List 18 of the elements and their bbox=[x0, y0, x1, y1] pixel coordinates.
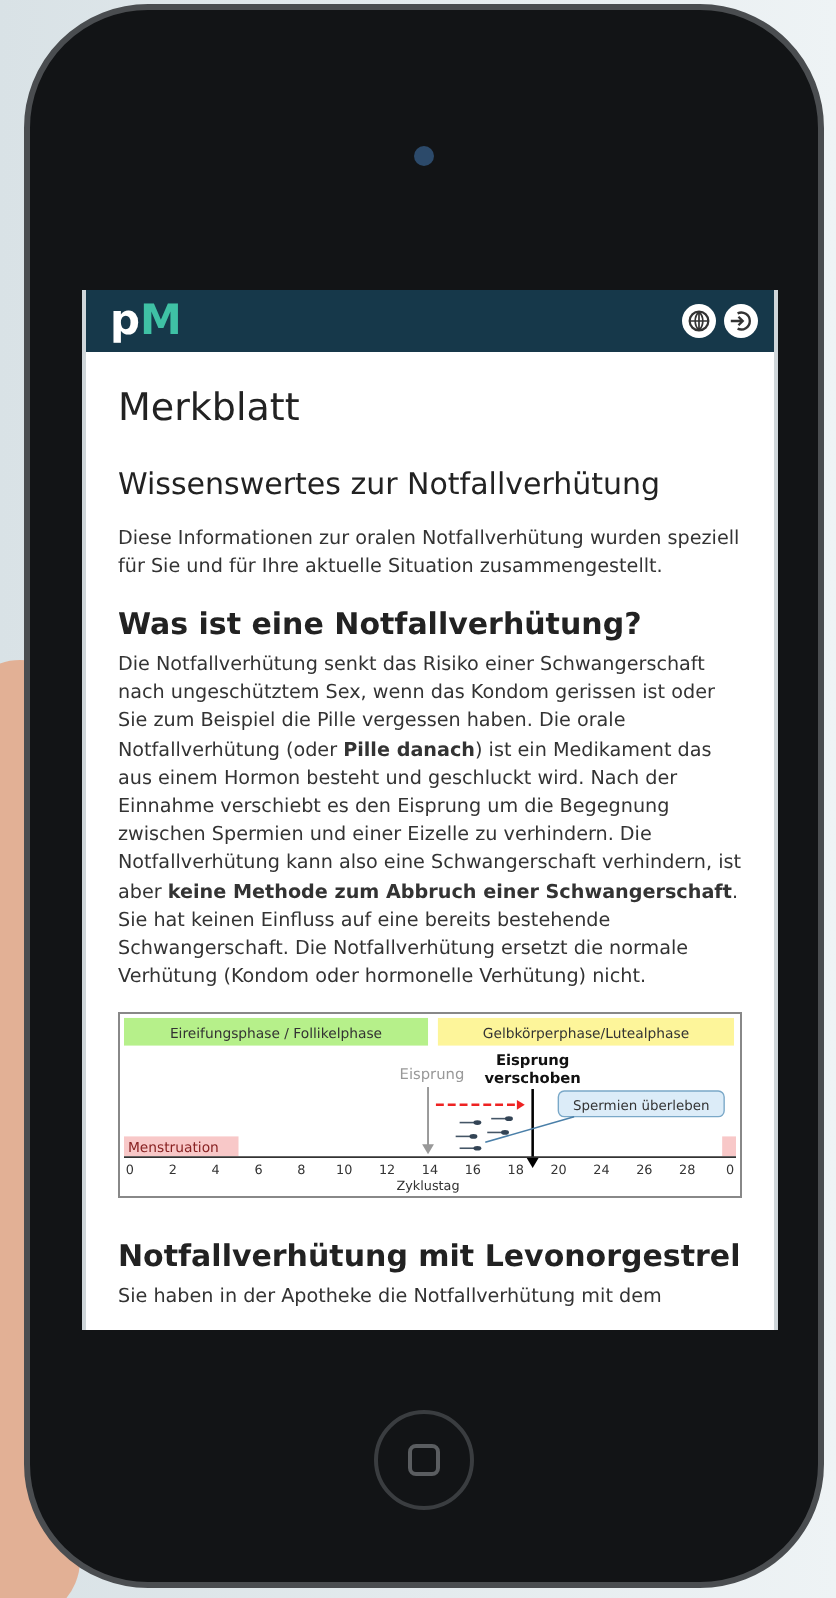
globe-icon[interactable] bbox=[682, 304, 716, 338]
page-title: Merkblatt bbox=[118, 384, 302, 434]
login-icon[interactable] bbox=[724, 304, 758, 338]
paragraph: Die Notfallverhütung senkt das Risiko einer Schwangerschaft nach ungeschütztem Sex, wenn das Kondom gerissen ist oder Sie zum Beispiel die Pille vergessen haben. Die orale Notfallverhütung (oder Pille danach) ist ein Medikament das aus einem Hormon besteht und geschluckt wird. Nach der Einnahme verschiebt es den Eisprung um die Begegnung zwischen Spermien und einer Eizelle zu verhindern. Die Notfallverhütung kann also eine Schwangerschaft verhindern, ist aber keine Methode zum Abbruch einer Schwangerschaft. Sie hat keinen Einfluss auf eine bereits bestehende Schwangerschaft. Die Notfallverhütung ersetzt die normale Verhütung (Kondom oder hormonelle Verhütung) nicht. bbox=[118, 651, 742, 993]
paragraph: Diese Informationen zur oralen Notfallverhütung wurden speziell für Sie und für Ihre aktuelle Situation zusammengestellt. bbox=[118, 526, 742, 583]
section-heading: Notfallverhütung mit Levonorgestrel bbox=[118, 1236, 742, 1279]
arrow bbox=[422, 1086, 434, 1155]
menstruation-band bbox=[722, 1137, 736, 1157]
home-button[interactable] bbox=[374, 1410, 474, 1510]
sperm-drawing bbox=[454, 1116, 513, 1152]
leader-line bbox=[484, 1116, 575, 1144]
paragraph: Sie haben in der Apotheke die Notfallverhütung mit dem bbox=[118, 1283, 664, 1312]
dashed-arrow bbox=[435, 1100, 525, 1111]
section-subtitle: Wissenswertes zur Notfallverhütung bbox=[118, 463, 663, 505]
arrow bbox=[526, 1089, 539, 1169]
section-heading: Was ist eine Notfallverhütung? bbox=[118, 604, 644, 647]
camera-icon bbox=[414, 146, 434, 166]
logo[interactable]: pM bbox=[110, 300, 182, 342]
